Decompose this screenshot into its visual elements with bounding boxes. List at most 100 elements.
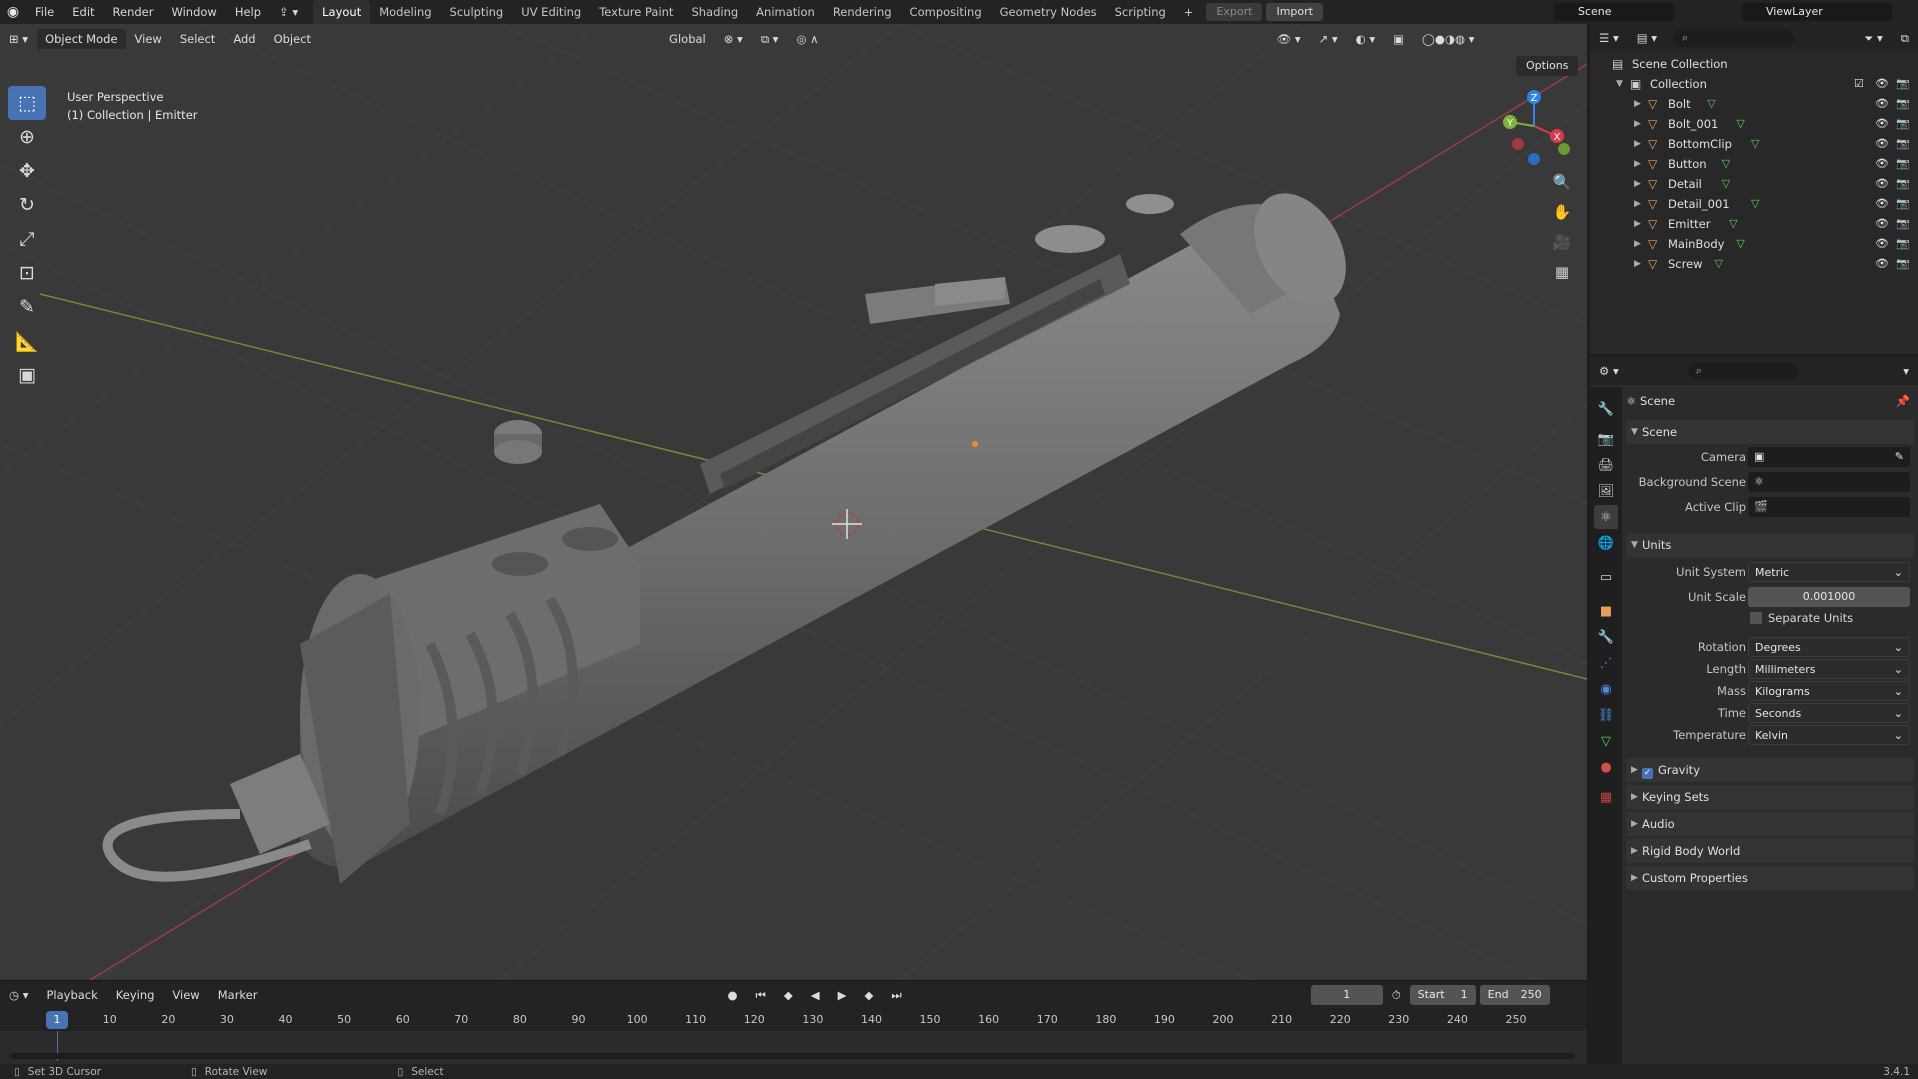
menu-select[interactable]: Select [171, 32, 224, 46]
rotate-tool-icon[interactable]: ↻ [8, 188, 46, 222]
shading-modes-icon[interactable]: ◯●◑◍ ▾ [1413, 32, 1483, 46]
mesh-data-icon[interactable]: ▽ [1722, 174, 1730, 194]
pan-hand-icon[interactable]: ✋ [1548, 198, 1576, 226]
camera-icon[interactable]: 📷 [1896, 134, 1910, 154]
keying-sets-panel-header[interactable]: ▶ Keying Sets [1626, 785, 1914, 809]
tab-scripting[interactable]: Scripting [1106, 0, 1175, 24]
scene-selector[interactable]: Scene [1554, 3, 1674, 21]
tool-tab-icon[interactable]: 🔧 [1594, 397, 1618, 421]
expand-triangle-icon[interactable]: ▶ [1634, 114, 1641, 134]
menu-object[interactable]: Object [265, 32, 320, 46]
eye-icon[interactable]: 👁 [1875, 154, 1889, 174]
playhead[interactable]: 1 [46, 1011, 68, 1029]
collection-row[interactable]: ▼ ▣ Collection ☑ 👁 📷 [1590, 74, 1918, 94]
tab-modeling[interactable]: Modeling [370, 0, 440, 24]
scene-collection-row[interactable]: ▤ Scene Collection [1590, 54, 1918, 74]
texture-tab-icon[interactable]: ▦ [1594, 785, 1618, 809]
tab-shading[interactable]: Shading [682, 0, 747, 24]
tab-compositing[interactable]: Compositing [901, 0, 991, 24]
expand-triangle-icon[interactable]: ▶ [1634, 194, 1641, 214]
snap-icon[interactable]: ⧉ ▾ [752, 32, 788, 47]
select-box-icon[interactable]: ⬚ [8, 86, 46, 120]
outliner-search-input[interactable]: ⌕ [1674, 29, 1795, 47]
unit-system-dropdown[interactable]: Metric ⌄ [1748, 562, 1910, 582]
custom-properties-panel-header[interactable]: ▶ Custom Properties [1626, 866, 1914, 890]
gizmo-toggle-icon[interactable]: ↗ ▾ [1310, 32, 1347, 46]
outliner-object-row[interactable]: ▶ ▽ Button ▽ 👁 📷 [1590, 154, 1918, 174]
object-tab-icon[interactable]: ■ [1594, 599, 1618, 623]
editor-type-icon[interactable]: ⊞ ▾ [0, 32, 37, 46]
mode-dropdown[interactable]: Object Mode [37, 29, 126, 49]
menu-playback[interactable]: Playback [37, 988, 106, 1002]
gravity-panel-header[interactable]: ▶ ✓ Gravity [1626, 758, 1914, 782]
properties-editor-icon[interactable]: ⚙ ▾ [1590, 364, 1628, 378]
zoom-icon[interactable]: 🔍 [1548, 168, 1576, 196]
audio-panel-header[interactable]: ▶ Audio [1626, 812, 1914, 836]
temperature-dropdown[interactable]: Kelvin ⌄ [1748, 725, 1910, 745]
physics-tab-icon[interactable]: ◉ [1594, 677, 1618, 701]
export-button[interactable]: Export [1206, 3, 1263, 21]
ortho-grid-icon[interactable]: ▦ [1548, 258, 1576, 286]
pivot-icon[interactable]: ⊗ ▾ [715, 32, 752, 46]
eye-icon[interactable]: 👁 [1875, 94, 1889, 114]
rigid-body-world-panel-header[interactable]: ▶ Rigid Body World [1626, 839, 1914, 863]
menu-add[interactable]: Add [224, 32, 264, 46]
background-scene-field[interactable]: ⚛ [1748, 472, 1910, 492]
view-layer-tab-icon[interactable]: 🖼 [1594, 479, 1618, 503]
scale-tool-icon[interactable]: ⤢ [8, 222, 46, 256]
eyedropper-icon[interactable]: ✎ [1895, 447, 1904, 467]
play-reverse-icon[interactable]: ◀ [802, 988, 829, 1002]
menu-window[interactable]: Window [162, 0, 225, 24]
collection-tab-icon[interactable]: ▭ [1594, 565, 1618, 589]
outliner-object-row[interactable]: ▶ ▽ Bolt_001 ▽ 👁 📷 [1590, 114, 1918, 134]
world-tab-icon[interactable]: 🌐 [1594, 531, 1618, 555]
add-cube-tool-icon[interactable]: ▣ [8, 358, 46, 392]
mesh-data-icon[interactable]: ▽ [1729, 214, 1737, 234]
outliner-object-row[interactable]: ▶ ▽ Detail ▽ 👁 📷 [1590, 174, 1918, 194]
eye-icon[interactable]: 👁 [1875, 174, 1889, 194]
eye-icon[interactable]: 👁 [1875, 214, 1889, 234]
options-button[interactable]: Options [1516, 56, 1579, 76]
camera-icon[interactable]: 📷 [1896, 254, 1910, 274]
active-clip-field[interactable]: 🎬 [1748, 497, 1910, 517]
tab-texture-paint[interactable]: Texture Paint [590, 0, 682, 24]
outliner-object-row[interactable]: ▶ ▽ Emitter ▽ 👁 📷 [1590, 214, 1918, 234]
output-tab-icon[interactable]: 🖨 [1594, 453, 1618, 477]
filter-icon[interactable]: ⏷ ▾ [1855, 31, 1892, 46]
render-tab-icon[interactable]: 📷 [1594, 427, 1618, 451]
viewport-scene[interactable] [0, 24, 1587, 980]
menu-render[interactable]: Render [104, 0, 163, 24]
separate-units-checkbox[interactable] [1750, 612, 1762, 624]
collapse-triangle-icon[interactable]: ▼ [1616, 74, 1623, 94]
outliner-editor-icon[interactable]: ☰ ▾ [1590, 31, 1628, 45]
record-icon[interactable]: ● [718, 988, 746, 1002]
clock-icon[interactable]: ◷ ▾ [0, 988, 37, 1002]
units-panel-header[interactable]: ▼ Units [1626, 533, 1914, 557]
jump-start-icon[interactable]: ⏮ [747, 988, 775, 1003]
menu-edit[interactable]: Edit [63, 0, 103, 24]
visibility-icon[interactable]: 👁 ▾ [1268, 32, 1310, 46]
stopwatch-icon[interactable]: ⏱ [1383, 988, 1410, 1003]
camera-view-icon[interactable]: 🎥 [1548, 228, 1576, 256]
overlay-toggle-icon[interactable]: ◐ ▾ [1347, 32, 1384, 46]
menu-keying[interactable]: Keying [107, 988, 164, 1002]
jump-end-icon[interactable]: ⏭ [882, 988, 910, 1003]
eye-icon[interactable]: 👁 [1875, 194, 1889, 214]
data-tab-icon[interactable]: ▽ [1594, 729, 1618, 753]
expand-triangle-icon[interactable]: ▶ [1634, 94, 1641, 114]
mesh-data-icon[interactable]: ▽ [1715, 254, 1723, 274]
camera-icon[interactable]: 📷 [1896, 174, 1910, 194]
outliner-object-row[interactable]: ▶ ▽ Bolt ▽ 👁 📷 [1590, 94, 1918, 114]
mass-dropdown[interactable]: Kilograms ⌄ [1748, 681, 1910, 701]
tab-sculpting[interactable]: Sculpting [441, 0, 513, 24]
constraints-tab-icon[interactable]: ⛓ [1594, 703, 1618, 727]
exclude-checkbox-icon[interactable]: ☑ [1854, 74, 1864, 94]
display-mode-icon[interactable]: ▤ ▾ [1628, 31, 1666, 45]
expand-triangle-icon[interactable]: ▶ [1634, 174, 1641, 194]
tab-animation[interactable]: Animation [747, 0, 824, 24]
mesh-data-icon[interactable]: ▽ [1736, 114, 1744, 134]
modifier-tab-icon[interactable]: 🔧 [1594, 625, 1618, 649]
annotate-tool-icon[interactable]: ✎ [8, 290, 46, 324]
cursor-tool-icon[interactable]: ⊕ [8, 120, 46, 154]
camera-icon[interactable]: 📷 [1896, 194, 1910, 214]
